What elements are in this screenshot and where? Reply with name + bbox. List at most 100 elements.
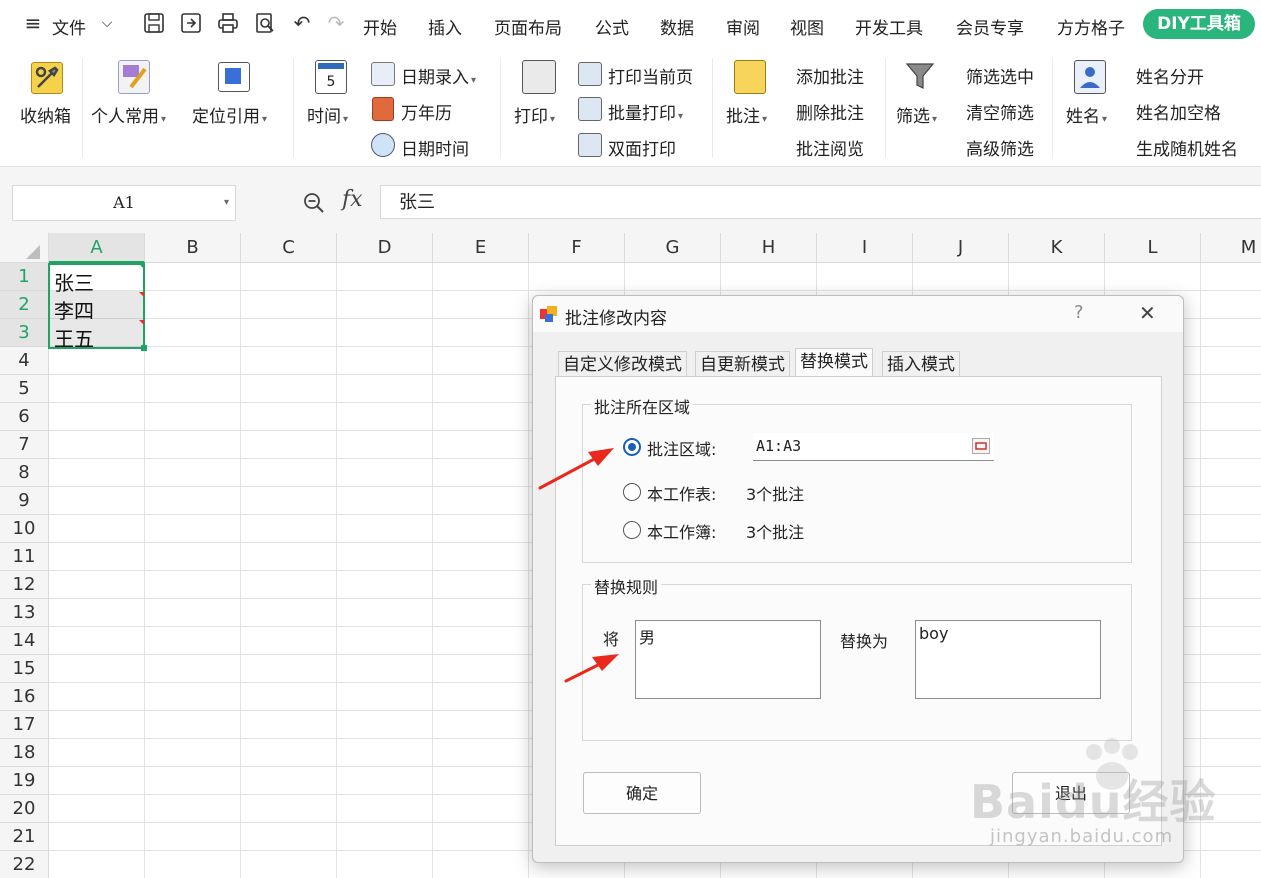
locate-reference-icon[interactable] bbox=[218, 62, 250, 92]
name-button[interactable]: 姓名 ▾ bbox=[1066, 102, 1107, 127]
column-header-m[interactable]: M bbox=[1201, 233, 1261, 263]
hamburger-menu-icon[interactable]: ≡ bbox=[22, 12, 44, 34]
batch-print-button[interactable]: 批量打印 ▾ bbox=[608, 99, 683, 124]
undo-icon[interactable]: ↶ bbox=[291, 12, 313, 34]
duplex-print-icon[interactable] bbox=[578, 133, 602, 157]
help-icon[interactable]: ? bbox=[1074, 302, 1084, 323]
row-header-15[interactable]: 15 bbox=[0, 655, 49, 683]
print-button[interactable]: 打印 ▾ bbox=[514, 102, 555, 127]
column-header-j[interactable]: J bbox=[913, 233, 1009, 263]
tab-replace-mode[interactable]: 替换模式 bbox=[795, 348, 873, 377]
row-header-22[interactable]: 22 bbox=[0, 851, 49, 878]
column-header-b[interactable]: B bbox=[145, 233, 241, 263]
row-header-8[interactable]: 8 bbox=[0, 459, 49, 487]
save-icon[interactable] bbox=[143, 12, 165, 34]
personal-common-icon[interactable] bbox=[118, 60, 150, 94]
column-header-f[interactable]: F bbox=[529, 233, 625, 263]
chevron-down-icon[interactable]: ⌵ bbox=[96, 12, 118, 34]
dialog-titlebar[interactable]: 批注修改内容 ? ✕ bbox=[533, 296, 1183, 332]
column-header-k[interactable]: K bbox=[1009, 233, 1105, 263]
row-header-14[interactable]: 14 bbox=[0, 627, 49, 655]
fx-function-icon[interactable]: fx bbox=[342, 187, 363, 212]
print-preview-icon[interactable] bbox=[254, 12, 276, 34]
row-header-13[interactable]: 13 bbox=[0, 599, 49, 627]
column-header-g[interactable]: G bbox=[625, 233, 721, 263]
toolbox-icon[interactable] bbox=[31, 62, 63, 94]
calendar-time-icon[interactable]: 5 bbox=[315, 60, 347, 94]
file-menu[interactable]: 文件 bbox=[52, 14, 86, 39]
column-header-a[interactable]: A bbox=[49, 233, 145, 263]
batch-print-icon[interactable] bbox=[578, 97, 602, 121]
print-current-icon[interactable] bbox=[578, 62, 602, 86]
tab-data[interactable]: 数据 bbox=[660, 14, 694, 39]
tab-insert-mode[interactable]: 插入模式 bbox=[882, 351, 960, 377]
row-header-18[interactable]: 18 bbox=[0, 739, 49, 767]
row-header-1[interactable]: 1 bbox=[0, 263, 49, 291]
column-header-e[interactable]: E bbox=[433, 233, 529, 263]
row-header-11[interactable]: 11 bbox=[0, 543, 49, 571]
row-header-21[interactable]: 21 bbox=[0, 823, 49, 851]
comment-area-input[interactable]: A1:A3 bbox=[753, 433, 994, 461]
comment-button[interactable]: 批注 ▾ bbox=[726, 102, 767, 127]
tab-fangfang[interactable]: 方方格子 bbox=[1057, 14, 1125, 39]
datetime-button[interactable]: 日期时间 bbox=[401, 135, 469, 160]
locate-reference-button[interactable]: 定位引用 ▾ bbox=[192, 102, 267, 127]
row-header-7[interactable]: 7 bbox=[0, 431, 49, 459]
row-header-4[interactable]: 4 bbox=[0, 347, 49, 375]
add-comment-button[interactable]: 添加批注 bbox=[796, 63, 864, 88]
tab-home[interactable]: 开始 bbox=[363, 14, 397, 39]
radio-comment-area[interactable] bbox=[623, 438, 641, 456]
tab-formulas[interactable]: 公式 bbox=[595, 14, 629, 39]
range-picker-icon[interactable] bbox=[972, 438, 990, 454]
row-header-10[interactable]: 10 bbox=[0, 515, 49, 543]
export-icon[interactable] bbox=[180, 12, 202, 34]
perpetual-calendar-button[interactable]: 万年历 bbox=[401, 99, 452, 124]
radio-this-sheet[interactable] bbox=[623, 483, 641, 501]
name-box[interactable]: A1 ▾ bbox=[12, 185, 236, 221]
date-entry-button[interactable]: 日期录入 ▾ bbox=[401, 63, 476, 88]
tab-auto-update[interactable]: 自更新模式 bbox=[695, 351, 790, 377]
delete-comment-button[interactable]: 删除批注 bbox=[796, 99, 864, 124]
close-icon[interactable]: ✕ bbox=[1139, 301, 1156, 325]
print-big-icon[interactable] bbox=[522, 60, 556, 94]
row-header-2[interactable]: 2 bbox=[0, 291, 49, 319]
tab-review[interactable]: 审阅 bbox=[726, 14, 760, 39]
filter-button[interactable]: 筛选 ▾ bbox=[896, 102, 937, 127]
row-header-6[interactable]: 6 bbox=[0, 403, 49, 431]
time-button[interactable]: 时间 ▾ bbox=[307, 102, 348, 127]
row-header-12[interactable]: 12 bbox=[0, 571, 49, 599]
column-header-d[interactable]: D bbox=[337, 233, 433, 263]
column-header-c[interactable]: C bbox=[241, 233, 337, 263]
ok-button[interactable]: 确定 bbox=[583, 772, 701, 814]
radio-this-workbook[interactable] bbox=[623, 521, 641, 539]
date-entry-icon[interactable] bbox=[371, 62, 395, 86]
select-all-corner[interactable] bbox=[0, 233, 49, 263]
random-name-button[interactable]: 生成随机姓名 bbox=[1136, 135, 1238, 160]
zoom-formula-icon[interactable] bbox=[302, 191, 326, 215]
tab-insert[interactable]: 插入 bbox=[428, 14, 462, 39]
clock-icon[interactable] bbox=[371, 133, 395, 157]
funnel-filter-icon[interactable] bbox=[904, 60, 936, 92]
find-text-input[interactable]: 男 bbox=[635, 620, 821, 699]
chevron-down-icon[interactable]: ▾ bbox=[224, 186, 229, 220]
row-header-3[interactable]: 3 bbox=[0, 319, 49, 347]
replace-text-input[interactable]: boy bbox=[915, 620, 1101, 699]
storage-button[interactable]: 收纳箱 bbox=[20, 102, 71, 127]
formula-input[interactable]: 张三 bbox=[380, 185, 1261, 219]
tab-member[interactable]: 会员专享 bbox=[956, 14, 1024, 39]
fill-handle[interactable] bbox=[141, 345, 147, 351]
filter-selected-button[interactable]: 筛选选中 bbox=[966, 63, 1034, 88]
print-icon[interactable] bbox=[217, 12, 239, 34]
row-header-9[interactable]: 9 bbox=[0, 487, 49, 515]
person-name-icon[interactable] bbox=[1074, 60, 1106, 94]
name-add-space-button[interactable]: 姓名加空格 bbox=[1136, 99, 1221, 124]
column-header-i[interactable]: I bbox=[817, 233, 913, 263]
row-header-19[interactable]: 19 bbox=[0, 767, 49, 795]
row-header-5[interactable]: 5 bbox=[0, 375, 49, 403]
print-current-page-button[interactable]: 打印当前页 bbox=[608, 63, 693, 88]
clear-filter-button[interactable]: 清空筛选 bbox=[966, 99, 1034, 124]
duplex-print-button[interactable]: 双面打印 bbox=[608, 135, 676, 160]
row-header-16[interactable]: 16 bbox=[0, 683, 49, 711]
tab-view[interactable]: 视图 bbox=[790, 14, 824, 39]
advanced-filter-button[interactable]: 高级筛选 bbox=[966, 135, 1034, 160]
